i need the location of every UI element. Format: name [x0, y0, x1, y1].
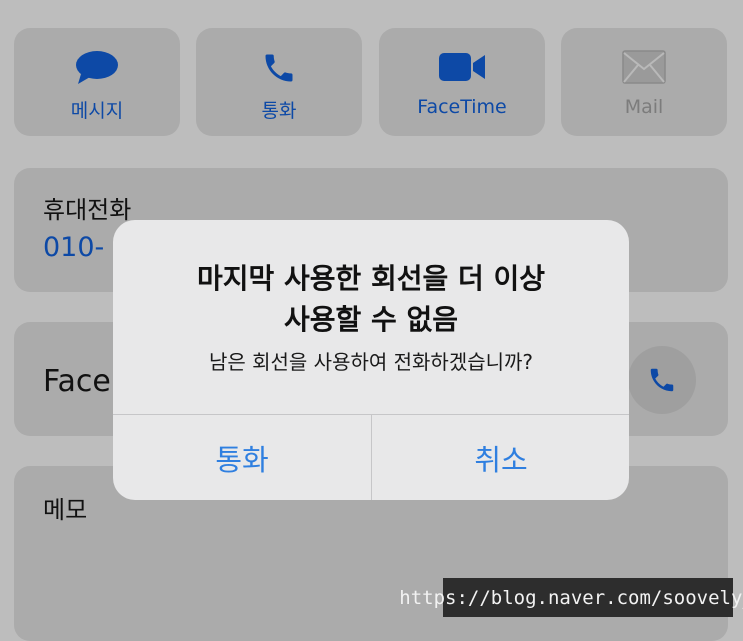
facetime-row-title: Face	[43, 364, 111, 399]
video-camera-icon	[438, 50, 486, 88]
message-bubble-icon	[75, 50, 119, 90]
mobile-phone-title: 휴대전화	[43, 196, 132, 224]
call-action-label: 통화	[261, 100, 297, 122]
mail-action-label: Mail	[624, 96, 664, 118]
facetime-audio-call-button[interactable]	[628, 346, 696, 414]
alert-dialog: 마지막 사용한 회선을 더 이상 사용할 수 없음 남은 회선을 사용하여 전화…	[113, 220, 629, 500]
alert-title-line2: 사용할 수 없음	[283, 303, 459, 336]
mobile-phone-number[interactable]: 010-	[43, 232, 104, 263]
alert-call-button[interactable]: 통화	[113, 415, 371, 500]
message-action-button[interactable]: 메시지	[14, 28, 180, 136]
mail-envelope-icon	[622, 50, 666, 88]
memo-title: 메모	[43, 496, 88, 524]
facetime-action-label: FaceTime	[417, 96, 507, 118]
alert-title-line1: 마지막 사용한 회선을 더 이상	[196, 262, 546, 295]
phone-icon	[261, 50, 297, 90]
alert-cancel-button[interactable]: 취소	[372, 415, 629, 500]
phone-icon	[650, 368, 674, 392]
mail-action-button[interactable]: Mail	[561, 28, 727, 136]
blog-watermark: https://blog.naver.com/soovely_87	[399, 578, 743, 617]
alert-message: 남은 회선을 사용하여 전화하겠습니까?	[208, 350, 534, 374]
alert-title: 마지막 사용한 회선을 더 이상 사용할 수 없음	[113, 258, 629, 340]
message-action-label: 메시지	[70, 100, 124, 122]
call-action-button[interactable]: 통화	[196, 28, 362, 136]
facetime-action-button[interactable]: FaceTime	[379, 28, 545, 136]
